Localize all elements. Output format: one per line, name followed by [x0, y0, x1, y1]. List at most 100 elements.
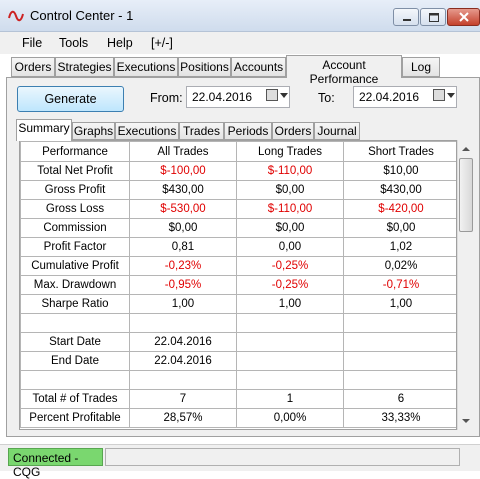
chevron-down-icon[interactable] — [280, 93, 288, 98]
value-cell — [129, 370, 237, 390]
value-cell: 22.04.2016 — [129, 351, 237, 371]
table-row[interactable]: Total Net Profit $-100,00 $-110,00 $10,00 — [20, 161, 456, 181]
minimize-button[interactable] — [393, 8, 419, 26]
row-label-cell: Total # of Trades — [20, 389, 130, 409]
subtab-periods[interactable]: Periods — [224, 122, 272, 140]
menu-tools[interactable]: Tools — [59, 36, 88, 50]
value-cell: 0,02% — [343, 256, 456, 276]
to-label: To: — [318, 91, 335, 105]
column-header[interactable]: Short Trades — [343, 141, 456, 162]
subtab-trades[interactable]: Trades — [179, 122, 224, 140]
value-cell: 28,57% — [129, 408, 237, 428]
table-row[interactable]: Profit Factor 0,81 0,00 1,02 — [20, 237, 456, 257]
table-row[interactable]: End Date 22.04.2016 — [20, 351, 456, 371]
table-row[interactable]: Gross Profit $430,00 $0,00 $430,00 — [20, 180, 456, 200]
row-label-cell — [20, 313, 130, 333]
table-row[interactable]: Max. Drawdown -0,95% -0,25% -0,71% — [20, 275, 456, 295]
column-header[interactable]: Long Trades — [236, 141, 344, 162]
calendar-icon[interactable] — [266, 89, 278, 101]
value-cell — [236, 332, 344, 352]
tab-orders[interactable]: Orders — [11, 57, 55, 77]
menu-help[interactable]: Help — [107, 36, 133, 50]
scrollbar-thumb[interactable] — [459, 158, 473, 232]
value-cell: 1,00 — [129, 294, 237, 314]
subtab-summary[interactable]: Summary — [16, 119, 72, 141]
scroll-down-icon[interactable] — [458, 413, 474, 429]
subtab-orders[interactable]: Orders — [272, 122, 314, 140]
tab-positions[interactable]: Positions — [178, 57, 231, 77]
value-cell: $10,00 — [343, 161, 456, 181]
row-label-cell: Cumulative Profit — [20, 256, 130, 276]
calendar-icon[interactable] — [433, 89, 445, 101]
generate-button[interactable]: Generate — [17, 86, 124, 112]
value-cell: $430,00 — [129, 180, 237, 200]
maximize-icon — [429, 13, 439, 22]
row-label-cell: Sharpe Ratio — [20, 294, 130, 314]
value-cell: 1,02 — [343, 237, 456, 257]
value-cell: 33,33% — [343, 408, 456, 428]
row-label-cell: Commission — [20, 218, 130, 238]
column-header[interactable]: All Trades — [129, 141, 237, 162]
table-row[interactable]: Gross Loss $-530,00 $-110,00 $-420,00 — [20, 199, 456, 219]
value-cell: 7 — [129, 389, 237, 409]
close-button[interactable] — [447, 8, 480, 26]
value-cell — [129, 313, 237, 333]
row-label-cell: Max. Drawdown — [20, 275, 130, 295]
value-cell: 22.04.2016 — [129, 332, 237, 352]
tab-account-performance[interactable]: Account Performance — [286, 55, 402, 86]
value-cell: 0,00 — [236, 237, 344, 257]
table-row[interactable]: Start Date 22.04.2016 — [20, 332, 456, 352]
row-label-cell: Gross Profit — [20, 180, 130, 200]
table-row[interactable] — [20, 370, 456, 390]
table-row[interactable]: Percent Profitable 28,57% 0,00% 33,33% — [20, 408, 456, 428]
column-header[interactable]: Performance — [20, 141, 130, 162]
app-logo-icon — [8, 10, 24, 22]
row-label-cell: Start Date — [20, 332, 130, 352]
value-cell: $0,00 — [129, 218, 237, 238]
value-cell: -0,25% — [236, 256, 344, 276]
row-label-cell: Percent Profitable — [20, 408, 130, 428]
value-cell — [343, 332, 456, 352]
from-label: From: — [150, 91, 183, 105]
tab-accounts[interactable]: Accounts — [231, 57, 286, 77]
value-cell: $-110,00 — [236, 199, 344, 219]
value-cell — [343, 370, 456, 390]
vertical-scrollbar[interactable] — [457, 140, 474, 430]
value-cell — [343, 351, 456, 371]
value-cell: -0,25% — [236, 275, 344, 295]
row-label-cell: Profit Factor — [20, 237, 130, 257]
tab-strategies[interactable]: Strategies — [55, 57, 114, 77]
subtab-graphs[interactable]: Graphs — [72, 122, 115, 140]
table-row[interactable]: Sharpe Ratio 1,00 1,00 1,00 — [20, 294, 456, 314]
performance-table: Performance All Trades Long Trades Short… — [19, 140, 457, 430]
value-cell: $430,00 — [343, 180, 456, 200]
close-icon — [459, 12, 469, 22]
row-label-cell — [20, 370, 130, 390]
value-cell: 1 — [236, 389, 344, 409]
value-cell: -0,23% — [129, 256, 237, 276]
value-cell: $0,00 — [236, 180, 344, 200]
value-cell: 1,00 — [343, 294, 456, 314]
from-date-value: 22.04.2016 — [192, 90, 253, 104]
table-row[interactable]: Total # of Trades 7 1 6 — [20, 389, 456, 409]
subtab-journal[interactable]: Journal — [314, 122, 360, 140]
row-label-cell: Total Net Profit — [20, 161, 130, 181]
table-row[interactable]: Commission $0,00 $0,00 $0,00 — [20, 218, 456, 238]
chevron-down-icon[interactable] — [447, 93, 455, 98]
value-cell — [236, 351, 344, 371]
value-cell: $-420,00 — [343, 199, 456, 219]
menu-file[interactable]: File — [22, 36, 42, 50]
subtab-executions[interactable]: Executions — [115, 122, 179, 140]
tab-log[interactable]: Log — [402, 57, 440, 77]
scroll-up-icon[interactable] — [458, 141, 474, 157]
table-row[interactable] — [20, 313, 456, 333]
value-cell: $0,00 — [343, 218, 456, 238]
value-cell: -0,71% — [343, 275, 456, 295]
tab-executions[interactable]: Executions — [114, 57, 178, 77]
table-row[interactable]: Cumulative Profit -0,23% -0,25% 0,02% — [20, 256, 456, 276]
window-title: Control Center - 1 — [30, 8, 134, 23]
maximize-button[interactable] — [420, 8, 446, 26]
row-label-cell: End Date — [20, 351, 130, 371]
minimize-icon — [403, 19, 411, 21]
menu-expand-toggle[interactable]: [+/-] — [151, 36, 173, 50]
